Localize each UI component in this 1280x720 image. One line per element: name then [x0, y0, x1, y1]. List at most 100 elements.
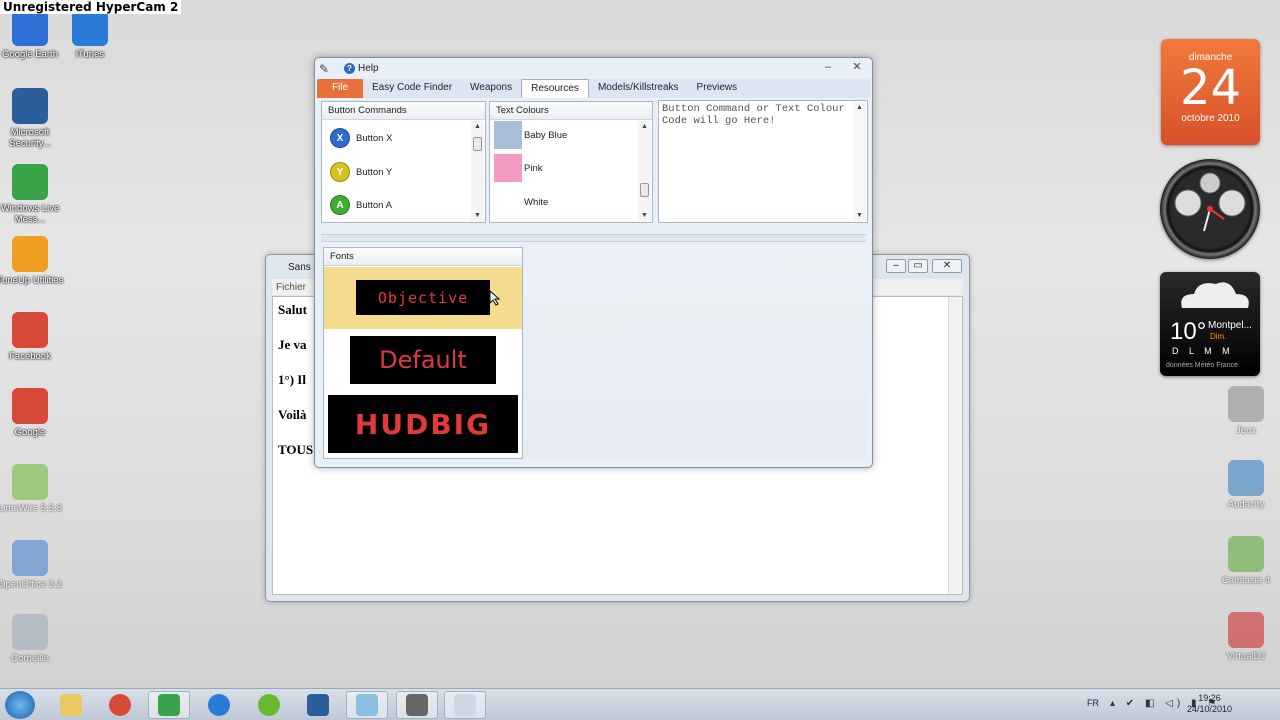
button-commands-scrollbar[interactable]: ▲ ▼ — [471, 121, 484, 221]
scroll-thumb[interactable] — [473, 137, 482, 151]
calendar-day: 24 — [1179, 60, 1242, 116]
tray-date: 24/10/2010 — [1186, 704, 1232, 714]
itunes-icon — [72, 10, 108, 46]
output-scrollbar[interactable]: ▲ ▼ — [853, 102, 866, 221]
colour-swatch — [494, 154, 522, 182]
button-command-label: Button Y — [356, 166, 393, 178]
scroll-up-icon[interactable]: ▲ — [853, 104, 866, 111]
tab-weapons[interactable]: Weapons — [461, 79, 521, 98]
desktop-icon[interactable]: Microsoft Security... — [0, 88, 68, 149]
desktop-icon-label: OpenOffice 3.2 — [0, 579, 62, 590]
close-button[interactable]: ✕ — [932, 259, 962, 273]
scroll-up-icon[interactable]: ▲ — [638, 123, 651, 130]
scroll-down-icon[interactable]: ▼ — [853, 212, 866, 219]
code-output-text: Button Command or Text Colour Code will … — [662, 103, 845, 127]
document-scrollbar[interactable] — [948, 297, 962, 594]
font-default[interactable]: Default — [350, 336, 496, 384]
chrome-taskbar-icon[interactable] — [99, 691, 141, 719]
weather-gadget[interactable]: 10° Montpel... Dim. D L M M données Mété… — [1160, 272, 1260, 376]
desktop-icon[interactable]: Facebook — [0, 312, 68, 362]
button-commands-panel: Button Commands X Button X Y Button Y A Butto… — [321, 101, 486, 223]
text-colour-label: White — [524, 196, 549, 208]
microsoft-security-icon — [12, 88, 48, 124]
desktop-icon[interactable]: Audacity — [1208, 460, 1280, 510]
tab-resources[interactable]: Resources — [521, 79, 589, 98]
cloud-icon — [1181, 282, 1249, 308]
button-command-item[interactable]: Y Button Y — [330, 162, 392, 182]
desktop-icon[interactable]: OpenOffice 3.2 — [0, 540, 68, 590]
desktop-icon-label: Audacity — [1227, 499, 1265, 510]
minimize-button[interactable]: – — [886, 259, 906, 273]
tab-easy-code-finder[interactable]: Easy Code Finder — [363, 79, 461, 98]
desktop-icon[interactable]: TuneUp Utilities — [0, 236, 68, 286]
minimize-button[interactable]: – — [821, 61, 835, 73]
limewire-icon — [12, 464, 48, 500]
desktop-icon[interactable]: Windows Live Mess... — [0, 164, 68, 225]
scroll-down-icon[interactable]: ▼ — [471, 212, 484, 219]
desktop-icon-label: Windows Live Mess... — [0, 203, 60, 225]
desktop-icon[interactable]: Jeux — [1208, 386, 1280, 436]
document-line: Salut — [278, 302, 307, 317]
help-icon: ? — [344, 63, 355, 74]
messenger-taskbar-icon[interactable] — [148, 691, 190, 719]
maximize-button[interactable]: ▭ — [908, 259, 928, 273]
splitter[interactable] — [321, 234, 866, 242]
controller-button-icon: X — [330, 128, 350, 148]
language-indicator[interactable]: FR — [1087, 698, 1099, 708]
itunes-taskbar-icon[interactable] — [198, 691, 240, 719]
desktop-icon[interactable]: Corbeille — [0, 614, 68, 664]
code-output-textarea[interactable]: Button Command or Text Colour Code will … — [658, 100, 868, 223]
text-colour-item[interactable]: White — [494, 188, 548, 216]
tab-models-killstreaks[interactable]: Models/Killstreaks — [589, 79, 688, 98]
calendar-gadget[interactable]: dimanche 24 octobre 2010 — [1161, 39, 1260, 145]
title-bar[interactable]: ✎ ? Help – ✕ — [315, 58, 872, 80]
font-objective[interactable]: Objective — [356, 280, 490, 315]
desktop-icon-label: Google — [14, 427, 46, 438]
weather-city: Montpel... — [1208, 320, 1252, 331]
chrome-icon — [12, 312, 48, 348]
document-line: 1°) Il — [278, 372, 306, 387]
limewire-taskbar-icon[interactable] — [248, 691, 290, 719]
scroll-up-icon[interactable]: ▲ — [471, 123, 484, 130]
desktop-icon-label: TuneUp Utilities — [0, 275, 64, 286]
scroll-thumb[interactable] — [640, 183, 649, 197]
button-command-item[interactable]: A Button A — [330, 195, 392, 215]
button-command-label: Button X — [356, 132, 393, 144]
desktop-icon[interactable]: Camtasia 4 — [1208, 536, 1280, 586]
google-earth-icon — [12, 10, 48, 46]
start-button[interactable] — [5, 691, 35, 719]
scroll-down-icon[interactable]: ▼ — [638, 212, 651, 219]
text-colours-header: Text Colours — [490, 102, 652, 120]
text-colour-item[interactable]: Baby Blue — [494, 121, 567, 149]
fonts-panel: Fonts Objective Default HUDBIG — [323, 247, 523, 459]
weather-days: D L M M — [1172, 346, 1230, 356]
desktop-icon-label: LimeWire 5.5.8 — [0, 503, 62, 514]
font-hudbig[interactable]: HUDBIG — [328, 395, 518, 453]
desktop-icon-label: Jeux — [1235, 425, 1257, 436]
text-colours-scrollbar[interactable]: ▲ ▼ — [638, 121, 651, 221]
weather-day: Dim. — [1210, 332, 1227, 341]
calendar-month: octobre 2010 — [1181, 113, 1240, 124]
desktop-icon-label: Corbeille — [11, 653, 49, 664]
app-taskbar-icon[interactable] — [396, 691, 438, 719]
clock-gadget[interactable] — [1160, 159, 1260, 259]
chrome-icon — [12, 388, 48, 424]
desktop-icon[interactable]: LimeWire 5.5.8 — [0, 464, 68, 514]
help-menu[interactable]: ? Help — [344, 63, 379, 74]
desktop-icon[interactable]: iTunes — [52, 10, 128, 60]
text-colour-item[interactable]: Pink — [494, 154, 542, 182]
tab-file[interactable]: File — [317, 79, 363, 98]
desktop-icon[interactable]: VirtualDJ — [1208, 612, 1280, 662]
button-command-item[interactable]: X Button X — [330, 128, 392, 148]
preview-area — [524, 247, 866, 459]
tray-clock[interactable]: 19:26 24/10/2010 — [1187, 693, 1232, 715]
security-taskbar-icon[interactable] — [297, 691, 339, 719]
close-button[interactable]: ✕ — [850, 60, 864, 73]
search-taskbar-icon[interactable] — [444, 691, 486, 719]
desktop-icon[interactable]: Google — [0, 388, 68, 438]
text-colour-label: Pink — [524, 162, 543, 174]
notepad-taskbar-icon[interactable] — [346, 691, 388, 719]
tab-previews[interactable]: Previews — [688, 79, 747, 98]
document-line: TOUS — [278, 442, 314, 457]
explorer-taskbar-icon[interactable] — [50, 691, 92, 719]
